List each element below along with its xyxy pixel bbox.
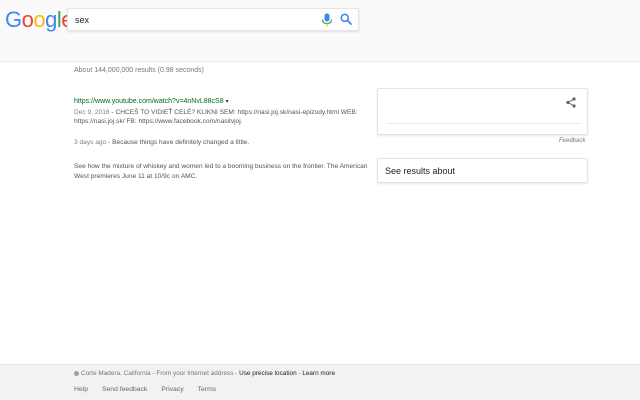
search-box[interactable] (67, 8, 359, 31)
learn-more-link[interactable]: Learn more (302, 370, 335, 377)
microphone-icon[interactable] (321, 13, 333, 27)
location-dot-icon (74, 370, 79, 376)
footer-link-help[interactable]: Help (74, 386, 88, 393)
logo-letter: g (45, 7, 57, 32)
see-results-about-title: See results about (385, 166, 456, 176)
divider (386, 123, 581, 124)
results-stats: About 144,000,000 results (0.98 seconds) (74, 67, 204, 74)
search-result: https://www.youtube.com/watch?v=4nNvL88c… (74, 97, 374, 127)
location-line: Corte Madera, California - From your Int… (74, 370, 335, 377)
logo-letter: G (5, 7, 22, 32)
see-results-about-card: See results about (377, 158, 588, 183)
result-snippet: See how the mixture of whiskey and women… (74, 163, 368, 180)
location-name: Corte Madera, California (81, 370, 151, 377)
search-result: 3 days ago - Because things have definit… (74, 139, 250, 146)
location-source: From your Internet address (156, 370, 234, 377)
footer-link-terms[interactable]: Terms (198, 386, 217, 393)
search-icon[interactable] (340, 13, 352, 25)
result-snippet: CHCEŠ TO VIDIEŤ CELÉ? KLIKNI SEM: https:… (74, 108, 358, 126)
logo-letter: o (33, 7, 46, 32)
result-date: 3 days ago (74, 139, 107, 146)
search-result: See how the mixture of whiskey and women… (74, 162, 374, 181)
logo-letter: o (21, 7, 34, 32)
result-dropdown-caret[interactable]: ▾ (226, 99, 229, 105)
use-precise-location-link[interactable]: Use precise location (239, 370, 297, 377)
result-date: Dec 9, 2016 (74, 108, 110, 116)
result-url-row[interactable]: https://www.youtube.com/watch?v=4nNvL88c… (74, 97, 374, 108)
footer-link-privacy[interactable]: Privacy (161, 386, 183, 393)
result-snippet: Because things have definitely changed a… (112, 139, 250, 146)
search-input[interactable] (75, 12, 305, 28)
result-url[interactable]: https://www.youtube.com/watch?v=4nNvL88c… (74, 98, 224, 105)
footer-links: Help Send feedback Privacy Terms (74, 386, 230, 393)
google-logo[interactable]: Google (5, 6, 74, 34)
knowledge-panel-card (377, 88, 588, 135)
share-icon[interactable] (566, 97, 576, 108)
header: Google (0, 0, 640, 62)
feedback-link[interactable]: Feedback (559, 138, 585, 144)
footer-link-send-feedback[interactable]: Send feedback (102, 386, 147, 393)
footer: Corte Madera, California - From your Int… (0, 364, 640, 400)
